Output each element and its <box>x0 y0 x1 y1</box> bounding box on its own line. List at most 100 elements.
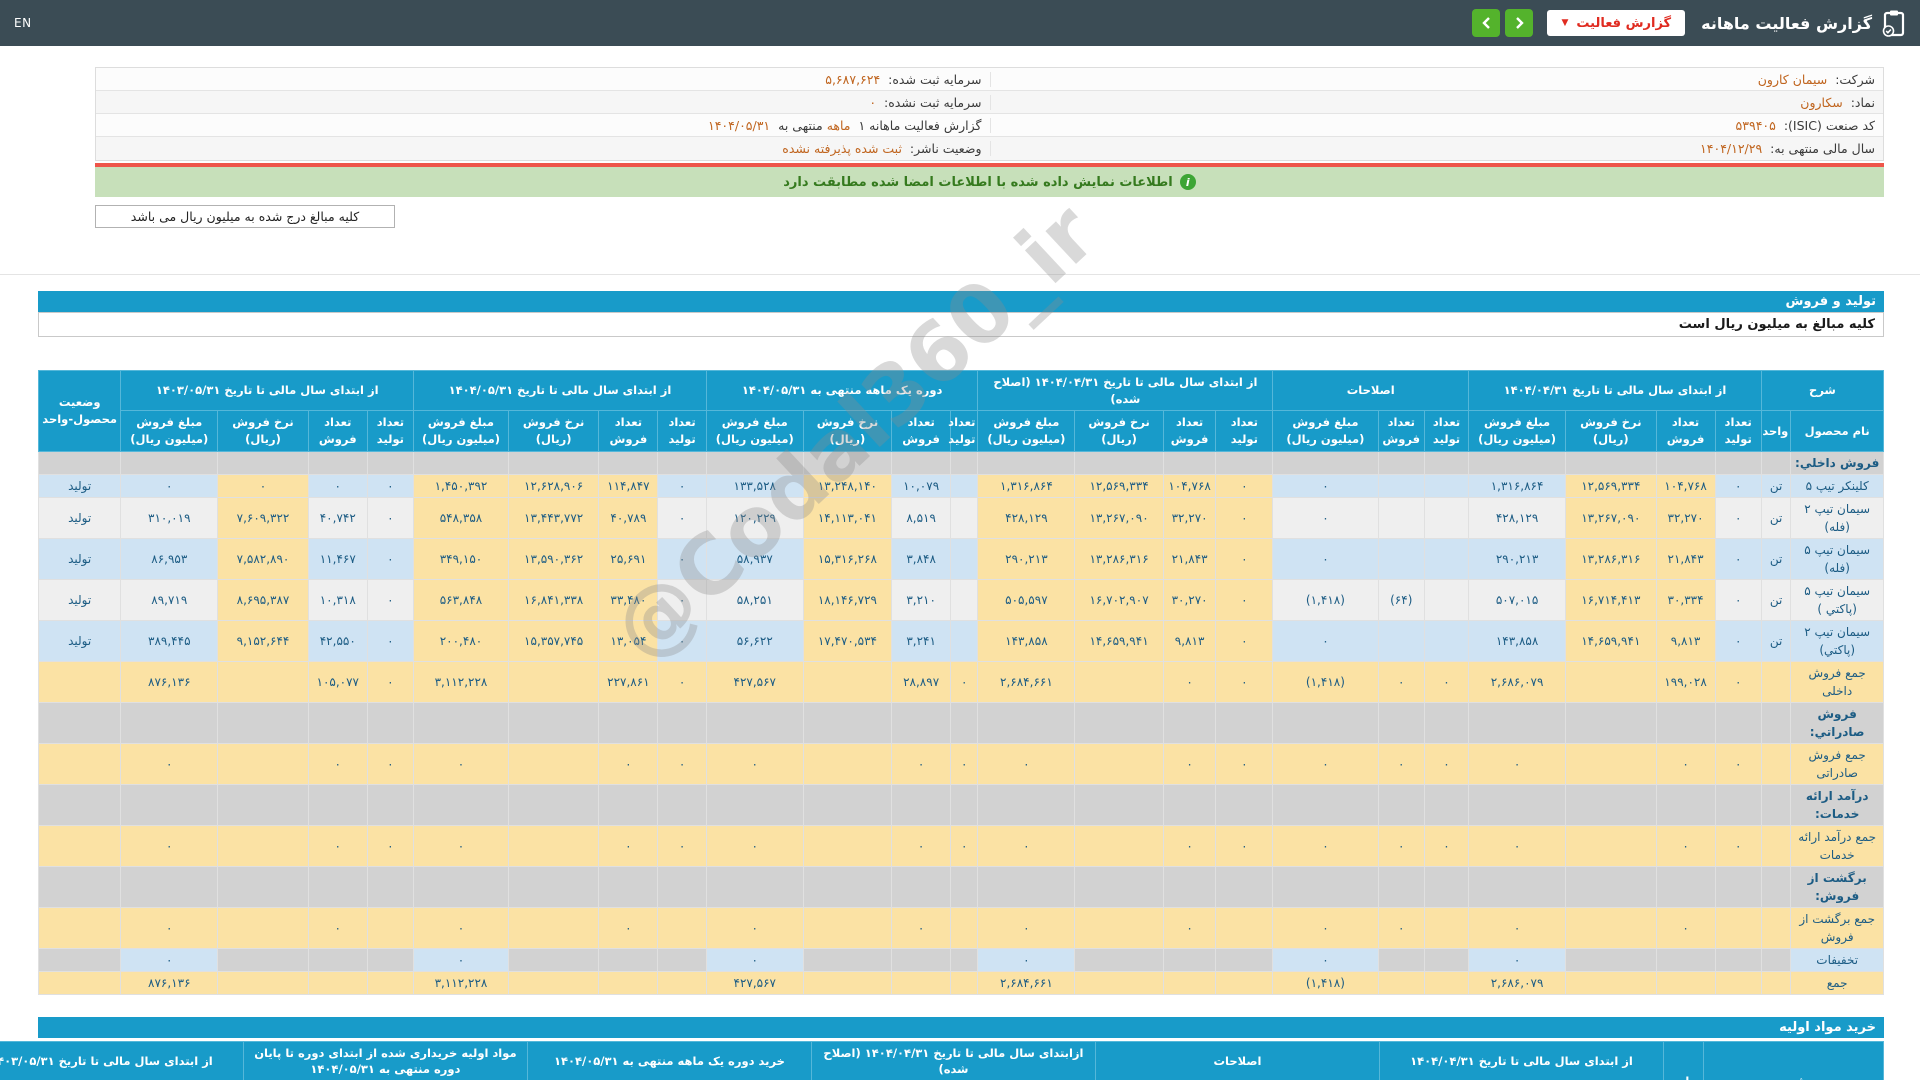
table-cell: ۰ <box>891 742 952 785</box>
table-cell: ۱۱,۴۶۷ <box>307 537 368 580</box>
status-cell <box>37 783 122 826</box>
table-cell: ۰ <box>366 496 415 539</box>
status-cell: تولید <box>37 496 122 539</box>
table-cell: ۰ <box>598 824 659 867</box>
table-cell: ۰ <box>1215 619 1274 662</box>
publisher-status-label: وضعیت ناشر: <box>909 141 982 156</box>
table-cell: ۰ <box>1272 824 1379 867</box>
table-cell: ۰ <box>307 473 368 498</box>
table-cell <box>1215 701 1274 744</box>
unregistered-capital-value: ۰ <box>869 94 877 110</box>
table-cell: ۰ <box>977 906 1076 949</box>
table-cell: ۰ <box>217 473 309 498</box>
table-cell <box>1423 619 1470 662</box>
table-cell: ۰ <box>1423 660 1470 703</box>
table-cell <box>802 947 893 972</box>
table-cell <box>1377 450 1425 475</box>
table-cell <box>1074 947 1164 972</box>
table-cell <box>1423 906 1470 949</box>
table-cell: ۱۵,۳۵۷,۷۴۵ <box>507 619 600 662</box>
column-header: تعداد تولید <box>948 410 979 452</box>
table-cell: ۴۲۷,۵۶۷ <box>705 660 804 703</box>
table-cell <box>1423 701 1470 744</box>
report-type-label: گزارش فعالیت <box>1576 15 1672 31</box>
table-cell: ۰ <box>1714 742 1762 785</box>
column-header: شرح <box>1703 1040 1884 1080</box>
table-cell <box>598 450 659 475</box>
table-row: جمع فروش صادراتی ۰ ۰ ۰ ۰ ۰ ۰ ۰ ۰ ۰ ۰ ۰ ۰ ۰ ۰ ۰ ۰ ۰ ۰ <box>37 742 1884 785</box>
row-label: سیمان تیپ ۵ (پاکتي ) <box>1790 578 1884 621</box>
table-cell: ۱۹۹,۰۲۸ <box>1655 660 1716 703</box>
language-toggle-en[interactable]: EN <box>14 16 32 30</box>
table-cell: ۱۰۴,۷۶۸ <box>1162 473 1217 498</box>
table-cell <box>307 701 368 744</box>
column-header: خرید دوره یک ماهه منتهی به ۱۴۰۴/۰۵/۳۱ <box>526 1040 812 1080</box>
status-cell <box>37 906 122 949</box>
table-cell: ۱۶,۷۱۴,۴۱۳ <box>1565 578 1657 621</box>
table-cell <box>1468 701 1567 744</box>
table-cell: ۱۱۴,۸۴۷ <box>598 473 659 498</box>
table-cell: ۰ <box>657 473 707 498</box>
table-cell: ۰ <box>307 742 368 785</box>
table-cell <box>1714 865 1762 908</box>
table-cell: ۰ <box>1468 906 1567 949</box>
unit-cell: تن <box>1760 537 1792 580</box>
table-cell <box>1377 783 1425 826</box>
table-cell: ۲۲۷,۸۶۱ <box>598 660 659 703</box>
table-cell <box>1468 450 1567 475</box>
table-cell: ۰ <box>1714 619 1762 662</box>
table-cell <box>950 701 979 744</box>
table-cell: ۰ <box>1272 947 1379 972</box>
table-cell: ۰ <box>1272 496 1379 539</box>
table-cell: ۰ <box>120 906 219 949</box>
table-cell <box>657 970 707 995</box>
table-cell: ۰ <box>598 906 659 949</box>
table-cell: ۴۲۸,۱۲۹ <box>977 496 1076 539</box>
table-cell: ۲,۶۸۶,۰۷۹ <box>1468 660 1567 703</box>
table-cell: ۱۲,۵۶۹,۳۳۴ <box>1565 473 1657 498</box>
table-cell: ۰ <box>1655 742 1716 785</box>
row-label: درآمد ارائه خدمات: <box>1790 783 1884 826</box>
table-cell <box>217 783 309 826</box>
table-cell <box>1162 865 1217 908</box>
report-type-dropdown[interactable]: گزارش فعالیت ▼ <box>1547 10 1686 36</box>
table-cell <box>950 865 979 908</box>
table-cell: ۱۶,۷۰۲,۹۰۷ <box>1074 578 1164 621</box>
table-cell <box>413 450 509 475</box>
status-cell <box>37 660 122 703</box>
table-cell: ۰ <box>1215 496 1274 539</box>
table-cell <box>507 450 600 475</box>
table-cell: ۰ <box>1714 578 1762 621</box>
chevron-right-icon <box>1514 16 1525 30</box>
table-cell: ۳۴۹,۱۵۰ <box>413 537 509 580</box>
status-cell: تولید <box>37 619 122 662</box>
table-cell: ۲,۶۸۴,۶۶۱ <box>977 660 1076 703</box>
unit-cell <box>1760 660 1792 703</box>
previous-report-button[interactable] <box>1472 9 1501 37</box>
isic-label: کد صنعت (ISIC): <box>1783 117 1875 133</box>
table-cell <box>307 450 368 475</box>
table-cell <box>217 947 309 972</box>
table-cell <box>1074 450 1164 475</box>
table-cell <box>1162 970 1217 995</box>
table-cell <box>1272 450 1379 475</box>
table-cell <box>507 701 600 744</box>
table-cell: ۰ <box>1714 473 1762 498</box>
table-cell: ۱۳,۰۵۴ <box>598 619 659 662</box>
table-cell <box>507 742 600 785</box>
table-cell: ۸۹,۷۱۹ <box>120 578 219 621</box>
table-cell: ۰ <box>705 906 804 949</box>
table-cell: ۹,۸۱۳ <box>1655 619 1716 662</box>
column-header: نرخ فروش (ریال) <box>802 410 893 452</box>
table-cell: ۸۶,۹۵۳ <box>120 537 219 580</box>
registered-capital-value: ۵,۶۸۷,۶۲۴ <box>825 71 881 87</box>
table-cell <box>1565 701 1657 744</box>
table-cell <box>217 906 309 949</box>
table-cell <box>950 783 979 826</box>
table-cell: ۰ <box>307 824 368 867</box>
next-report-button[interactable] <box>1505 9 1534 37</box>
table-cell <box>1377 970 1425 995</box>
table-cell: ۰ <box>413 947 509 972</box>
table-cell <box>657 906 707 949</box>
table-cell: ۳,۱۱۲,۲۲۸ <box>413 660 509 703</box>
